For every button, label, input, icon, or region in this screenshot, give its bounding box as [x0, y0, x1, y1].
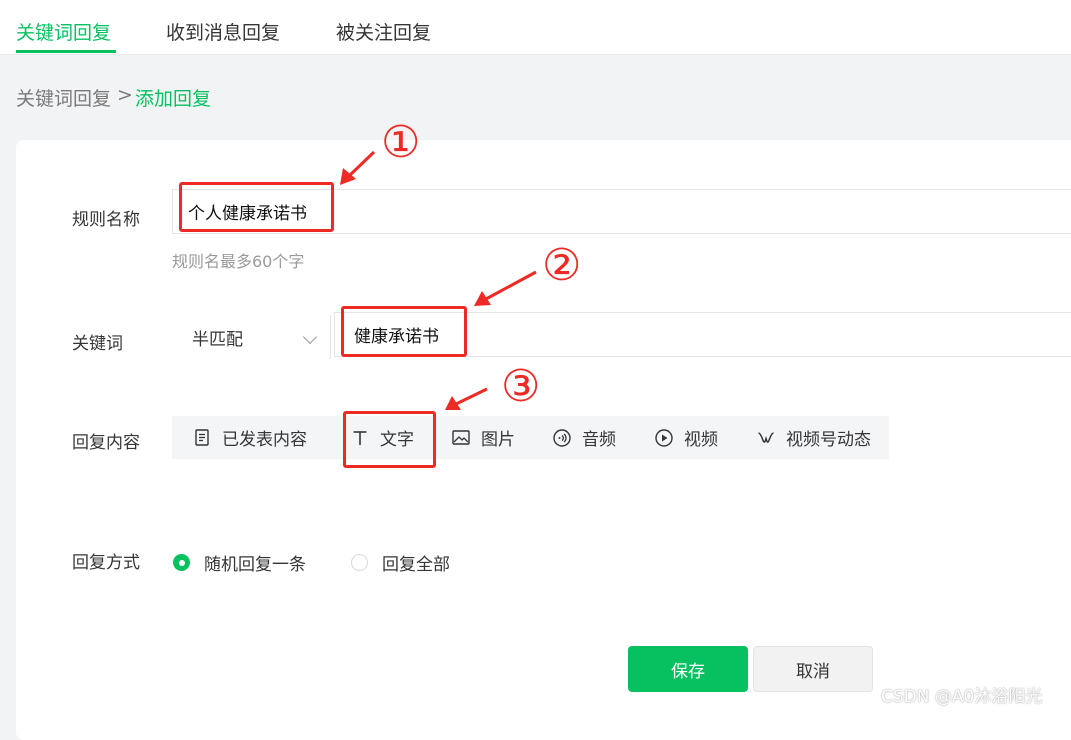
play-icon	[655, 428, 673, 447]
rule-name-label: 规则名称	[72, 210, 140, 230]
tool-published-content[interactable]: 已发表内容	[193, 416, 307, 459]
channels-icon	[757, 429, 775, 447]
tool-label: 图片	[481, 430, 515, 450]
annotation-box-3	[343, 411, 436, 468]
save-button[interactable]: 保存	[628, 646, 748, 692]
radio-unchecked-icon	[351, 554, 368, 571]
radio-label: 回复全部	[382, 555, 450, 575]
annotation-callout-1: ①	[381, 117, 421, 168]
tool-video[interactable]: 视频	[655, 416, 718, 459]
reply-content-toolbar: 已发表内容 文字 图片 音频 视频 视频号动态	[172, 416, 889, 459]
tool-channels[interactable]: 视频号动态	[757, 416, 871, 459]
tab-bar: 关键词回复 收到消息回复 被关注回复	[0, 0, 1071, 55]
tool-label: 已发表内容	[222, 430, 307, 450]
reply-mode-label: 回复方式	[72, 553, 140, 573]
active-tab-indicator	[16, 50, 116, 53]
annotation-callout-3: ③	[501, 361, 541, 412]
radio-checked-icon	[173, 554, 190, 571]
cancel-button[interactable]: 取消	[753, 646, 873, 692]
radio-label: 随机回复一条	[204, 555, 306, 575]
image-icon	[452, 429, 470, 447]
tab-keyword-reply[interactable]: 关键词回复	[16, 18, 111, 45]
rule-name-hint: 规则名最多60个字	[172, 252, 305, 271]
watermark: CSDN @A0沐浴阳光	[881, 687, 1043, 707]
breadcrumb-current: 添加回复	[135, 88, 212, 110]
match-type-select[interactable]: 半匹配	[172, 315, 324, 359]
tab-message-reply[interactable]: 收到消息回复	[166, 18, 280, 45]
keyword-label: 关键词	[72, 334, 123, 354]
tab-follow-reply[interactable]: 被关注回复	[336, 18, 431, 45]
reply-content-label: 回复内容	[72, 433, 140, 453]
select-divider	[330, 315, 331, 359]
match-type-value: 半匹配	[192, 329, 243, 350]
audio-icon	[553, 428, 571, 447]
tool-image[interactable]: 图片	[452, 416, 515, 459]
tool-label: 视频号动态	[786, 430, 871, 450]
breadcrumb-root-link[interactable]: 关键词回复	[16, 84, 111, 111]
document-icon	[193, 429, 211, 447]
chevron-down-icon	[302, 329, 318, 345]
tool-audio[interactable]: 音频	[553, 416, 616, 459]
radio-reply-all[interactable]: 回复全部	[351, 550, 450, 575]
annotation-box-2	[341, 306, 467, 357]
radio-random-one[interactable]: 随机回复一条	[173, 550, 306, 575]
annotation-box-1	[179, 182, 334, 232]
tool-label: 视频	[684, 430, 718, 450]
annotation-callout-2: ②	[542, 240, 582, 291]
tool-label: 音频	[582, 430, 616, 450]
breadcrumb-separator: >	[117, 84, 133, 106]
